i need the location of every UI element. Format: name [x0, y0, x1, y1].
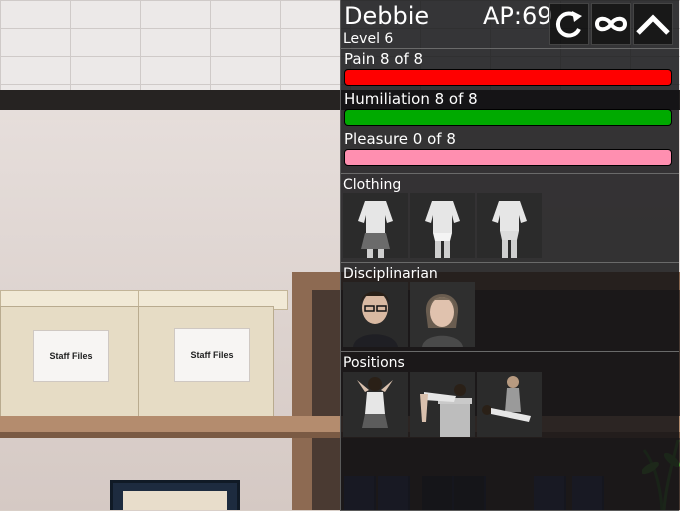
divider: [341, 173, 679, 174]
divider: [341, 351, 679, 352]
character-status-panel: Debbie AP:69 Level 6 Pain 8 of 8 Humilia…: [340, 0, 679, 511]
clothing-item-shirt-only[interactable]: [477, 193, 542, 258]
positions-section-title: Positions: [343, 355, 405, 371]
clothing-section-title: Clothing: [343, 177, 402, 193]
staff-files-label: Staff Files: [174, 328, 250, 382]
humiliation-label: Humiliation 8 of 8: [344, 90, 478, 108]
divider: [341, 48, 679, 49]
character-name: Debbie: [344, 2, 430, 30]
refresh-icon: [555, 11, 582, 38]
picture-frame: [110, 480, 240, 510]
position-option-bent-over-desk[interactable]: [410, 372, 475, 437]
staff-files-label: Staff Files: [33, 330, 109, 382]
character-level: Level 6: [343, 31, 394, 47]
disciplinarian-portrait-female[interactable]: [410, 282, 475, 347]
pleasure-label: Pleasure 0 of 8: [344, 130, 456, 148]
position-option-standing[interactable]: [343, 372, 408, 437]
disciplinarian-section-title: Disciplinarian: [343, 266, 438, 282]
humiliation-bar: [344, 109, 672, 126]
position-option-over-knee[interactable]: [477, 372, 542, 437]
infinity-icon: [594, 16, 628, 32]
refresh-button[interactable]: [549, 3, 589, 45]
clothing-item-full-uniform[interactable]: [343, 193, 408, 258]
pleasure-bar: [344, 149, 672, 166]
pain-bar: [344, 69, 672, 86]
action-points: AP:69: [483, 2, 553, 30]
clothing-item-shirt-underwear[interactable]: [410, 193, 475, 258]
humiliation-bar-fill: [345, 110, 671, 125]
disciplinarian-portrait-male[interactable]: [343, 282, 408, 347]
pain-label: Pain 8 of 8: [344, 50, 424, 68]
divider: [341, 262, 679, 263]
collapse-button[interactable]: [633, 3, 673, 45]
chevron-up-icon: [636, 14, 670, 35]
infinity-button[interactable]: [591, 3, 631, 45]
pain-bar-fill: [345, 70, 671, 85]
